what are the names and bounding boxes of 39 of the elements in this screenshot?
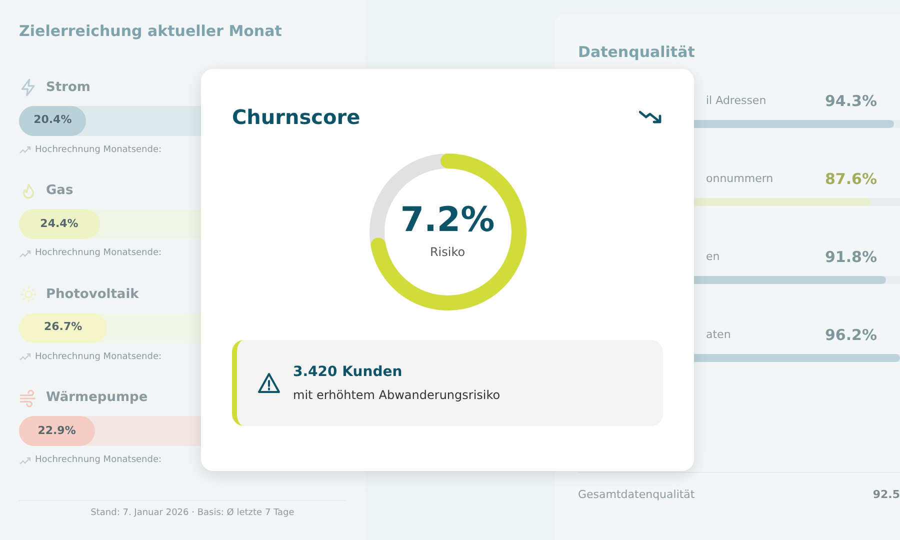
projection-label: Hochrechnung Monatsende: <box>35 454 162 467</box>
progress-value: 20.4% <box>34 112 72 128</box>
trend-up-icon <box>19 146 31 154</box>
metric-label: en <box>706 249 721 266</box>
panel-title: Datenqualität <box>578 42 696 63</box>
wind-icon <box>19 388 38 408</box>
metric-value: 94.3% <box>824 91 877 112</box>
alert-title: 3.420 Kunden <box>293 363 404 382</box>
category-label: Wärmepumpe <box>46 389 148 408</box>
projection-label: Hochrechnung Monatsende: <box>35 247 162 260</box>
metric-value: 87.6% <box>824 169 877 190</box>
projection-label: Hochrechnung Monatsende: <box>35 144 162 156</box>
trend-up-icon <box>19 456 31 465</box>
panel-title: Zielerreichung aktueller Monat <box>19 21 283 42</box>
score-caption: Risiko <box>430 244 466 261</box>
metric-label: il Adressen <box>706 93 768 110</box>
trend-down-icon <box>639 109 663 125</box>
progress-value: 22.9% <box>38 422 76 439</box>
category-label: Strom <box>46 78 90 97</box>
alert-text: mit erhöhtem Abwanderungsrisiko <box>293 387 500 404</box>
warning-icon <box>257 372 281 394</box>
trend-up-icon <box>19 250 31 258</box>
dialog-title: Churnscore <box>232 104 360 131</box>
total-value: 92.5 <box>872 486 900 502</box>
category-label: Photovoltaik <box>46 286 139 304</box>
footer-note: Stand: 7. Januar 2026 · Basis: Ø letzte 7 Tage <box>90 506 296 520</box>
score-value: 7.2% <box>400 203 495 237</box>
metric-value: 91.8% <box>824 247 877 268</box>
metric-value: 96.2% <box>824 325 877 346</box>
progress-value: 26.7% <box>44 319 82 336</box>
metric-label: aten <box>706 327 732 344</box>
trend-up-icon <box>19 353 31 362</box>
category-label: Gas <box>46 182 74 200</box>
sun-icon <box>19 285 38 304</box>
progress-value: 24.4% <box>40 216 78 232</box>
total-label: Gesamtdatenqualität <box>578 486 696 502</box>
bolt-icon <box>19 78 38 97</box>
metric-label: onnummern <box>706 171 774 188</box>
projection-label: Hochrechnung Monatsende: <box>35 350 162 364</box>
